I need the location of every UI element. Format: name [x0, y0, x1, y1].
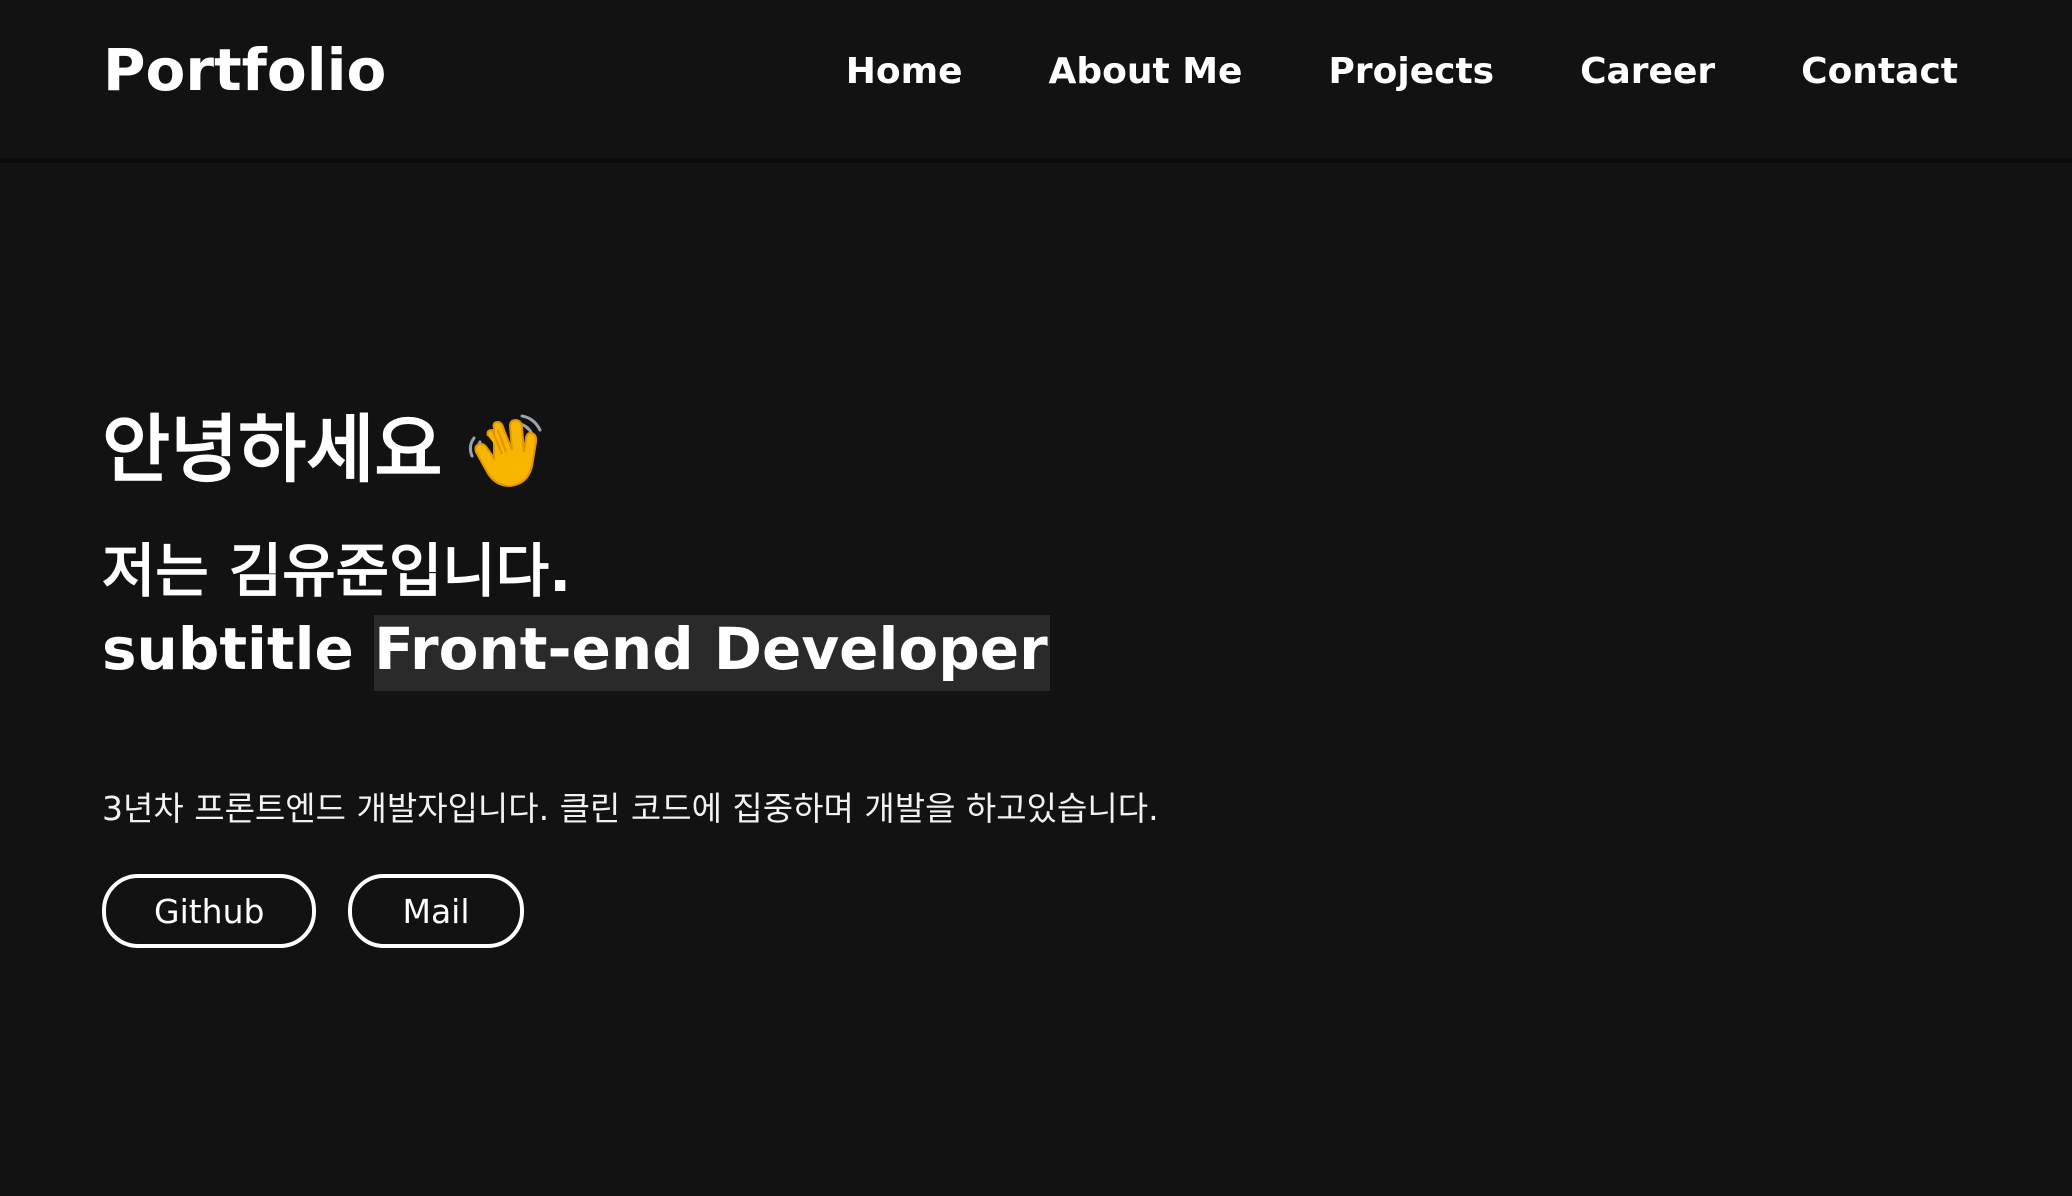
site-logo[interactable]: Portfolio: [103, 34, 386, 106]
mail-button[interactable]: Mail: [348, 874, 524, 948]
intro-text: 저는 김유준입니다.: [102, 537, 572, 605]
nav-about-me[interactable]: About Me: [1049, 48, 1243, 96]
nav-contact[interactable]: Contact: [1801, 48, 1958, 96]
nav-projects[interactable]: Projects: [1328, 48, 1494, 96]
nav-career[interactable]: Career: [1580, 48, 1715, 96]
greeting-heading: 안녕하세요: [102, 400, 1159, 500]
role-highlight: Front-end Developer: [374, 615, 1050, 691]
github-button[interactable]: Github: [102, 874, 317, 948]
waving-hand-icon: [464, 408, 548, 492]
description-text: 3년차 프론트엔드 개발자입니다. 클린 코드에 집중하며 개발을 하고있습니다…: [102, 789, 1159, 828]
subtitle-prefix: subtitle: [102, 615, 354, 683]
subtitle-line: subtitle Front-end Developer: [102, 610, 1159, 691]
main-nav: Home About Me Projects Career Contact: [846, 48, 1958, 96]
site-header: Portfolio Home About Me Projects Career …: [0, 0, 2072, 158]
hero-section: 안녕하세요 저는 김유준입니다. subtitle Front-end Deve…: [102, 400, 1159, 948]
greeting-text: 안녕하세요: [102, 407, 443, 493]
nav-home[interactable]: Home: [846, 48, 963, 96]
link-buttons: Github Mail: [102, 874, 1159, 948]
